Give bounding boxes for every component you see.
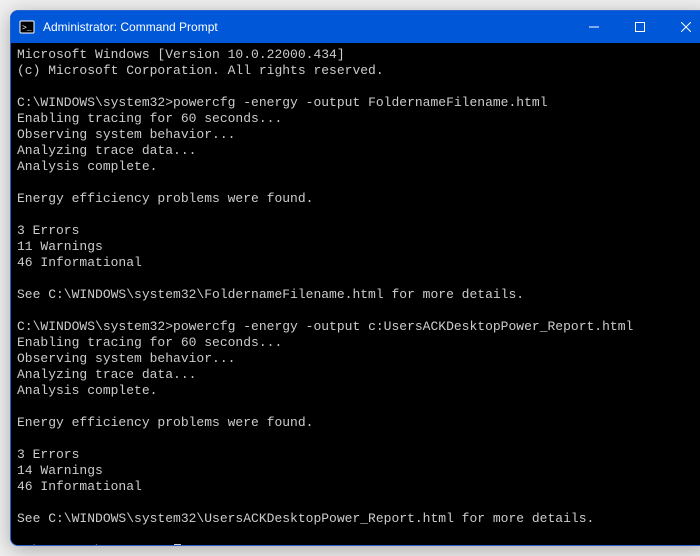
- command-2: powercfg -energy -output c:UsersACKDeskt…: [173, 319, 633, 334]
- minimize-button[interactable]: [571, 11, 617, 43]
- output-line: Analysis complete.: [17, 383, 157, 398]
- errors-line: 3 Errors: [17, 223, 79, 238]
- output-line: Enabling tracing for 60 seconds...: [17, 111, 282, 126]
- os-version-line: Microsoft Windows [Version 10.0.22000.43…: [17, 47, 345, 62]
- info-line: 46 Informational: [17, 255, 142, 270]
- prompt-line-1: C:\WINDOWS\system32>powercfg -energy -ou…: [17, 95, 548, 110]
- output-line: Analysis complete.: [17, 159, 157, 174]
- output-line: Analyzing trace data...: [17, 367, 196, 382]
- output-line: Energy efficiency problems were found.: [17, 191, 313, 206]
- command-1: powercfg -energy -output FoldernameFilen…: [173, 95, 547, 110]
- terminal-output[interactable]: Microsoft Windows [Version 10.0.22000.43…: [11, 43, 700, 545]
- output-line: Observing system behavior...: [17, 351, 235, 366]
- info-line: 46 Informational: [17, 479, 142, 494]
- prompt-1: C:\WINDOWS\system32>: [17, 95, 173, 110]
- text-cursor: [174, 544, 181, 545]
- window-controls: [571, 11, 700, 43]
- see-details-line: See C:\WINDOWS\system32\UsersACKDesktopP…: [17, 511, 594, 526]
- command-prompt-window: >_ Administrator: Command Prompt Microso…: [10, 10, 700, 546]
- warnings-line: 14 Warnings: [17, 463, 103, 478]
- prompt-line-3: C:\WINDOWS\system32>: [17, 543, 181, 545]
- warnings-line: 11 Warnings: [17, 239, 103, 254]
- minimize-icon: [589, 22, 599, 32]
- cmd-icon: >_: [19, 19, 35, 35]
- window-title: Administrator: Command Prompt: [43, 20, 571, 34]
- see-details-line: See C:\WINDOWS\system32\FoldernameFilena…: [17, 287, 524, 302]
- svg-text:>_: >_: [22, 24, 32, 33]
- errors-line: 3 Errors: [17, 447, 79, 462]
- output-line: Observing system behavior...: [17, 127, 235, 142]
- prompt-line-2: C:\WINDOWS\system32>powercfg -energy -ou…: [17, 319, 633, 334]
- output-line: Analyzing trace data...: [17, 143, 196, 158]
- close-icon: [681, 22, 691, 32]
- copyright-line: (c) Microsoft Corporation. All rights re…: [17, 63, 384, 78]
- titlebar[interactable]: >_ Administrator: Command Prompt: [11, 11, 700, 43]
- maximize-icon: [635, 22, 645, 32]
- maximize-button[interactable]: [617, 11, 663, 43]
- close-button[interactable]: [663, 11, 700, 43]
- output-line: Enabling tracing for 60 seconds...: [17, 335, 282, 350]
- output-line: Energy efficiency problems were found.: [17, 415, 313, 430]
- prompt-3: C:\WINDOWS\system32>: [17, 543, 173, 545]
- prompt-2: C:\WINDOWS\system32>: [17, 319, 173, 334]
